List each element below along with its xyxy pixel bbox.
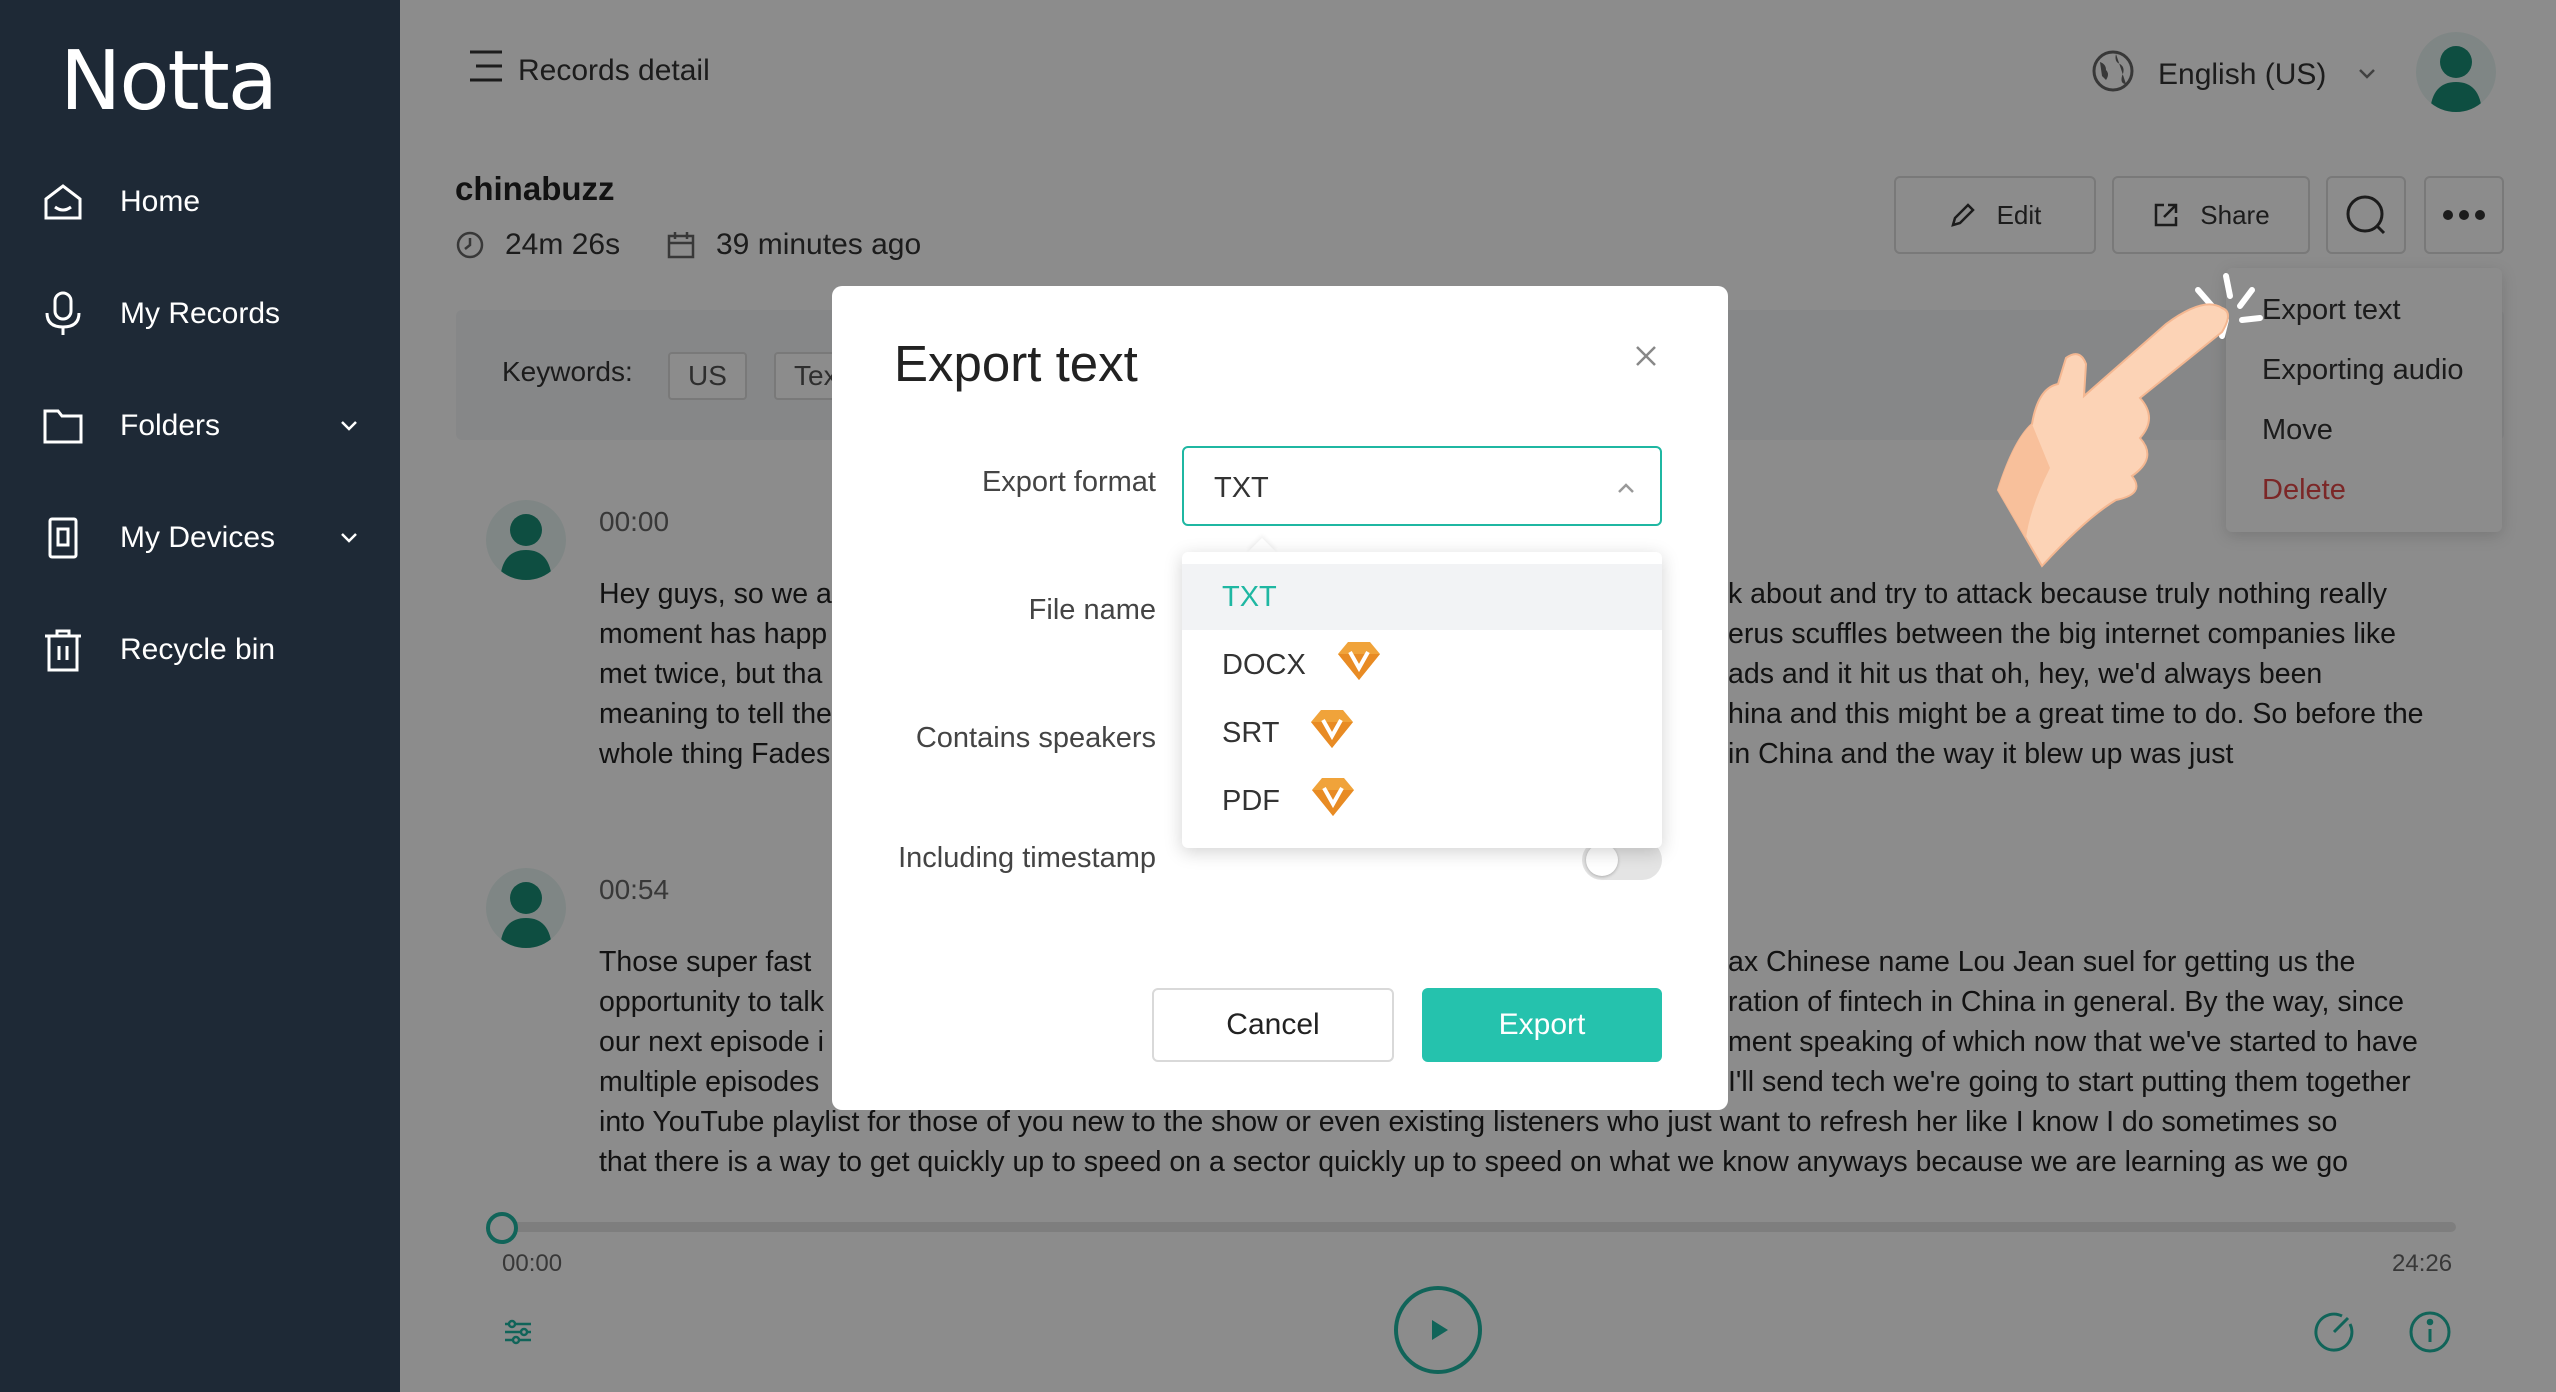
including-timestamp-label: Including timestamp <box>898 842 1156 874</box>
app-logo[interactable]: Notta <box>60 34 278 129</box>
format-option-txt[interactable]: TXT <box>1182 564 1662 630</box>
format-option-docx[interactable]: DOCX <box>1182 632 1662 698</box>
file-name-label: File name <box>1028 594 1156 626</box>
cancel-button[interactable]: Cancel <box>1152 988 1394 1062</box>
export-format-select[interactable]: TXT <box>1182 446 1662 526</box>
sidebar-item-label: My Records <box>120 297 281 330</box>
selected-format: TXT <box>1214 472 1269 504</box>
sidebar-item-label: Home <box>120 185 201 218</box>
sidebar-item-my-devices[interactable]: My Devices <box>40 508 370 568</box>
contains-speakers-label: Contains speakers <box>915 722 1156 754</box>
sidebar-item-folders[interactable]: Folders <box>40 396 370 456</box>
export-format-label: Export format <box>981 466 1156 498</box>
format-option-srt[interactable]: SRT <box>1182 700 1662 766</box>
pointing-hand-icon <box>1990 268 2280 568</box>
sidebar-item-my-records[interactable]: My Records <box>40 284 370 344</box>
sidebar-item-home[interactable]: Home <box>40 172 370 232</box>
microphone-icon <box>40 291 86 337</box>
chevron-down-icon[interactable] <box>338 410 360 444</box>
premium-badge-icon <box>1310 776 1356 826</box>
dialog-title: Export text <box>894 335 1138 392</box>
premium-badge-icon <box>1309 708 1355 758</box>
sidebar: Notta Home My Records Folders My Devices <box>0 0 400 1392</box>
sidebar-item-label: My Devices <box>120 521 276 554</box>
device-icon <box>40 515 86 561</box>
chevron-up-icon <box>1614 476 1638 505</box>
close-icon[interactable] <box>1630 340 1662 372</box>
sidebar-item-label: Recycle bin <box>120 633 276 666</box>
folder-icon <box>40 403 86 449</box>
sidebar-item-recycle-bin[interactable]: Recycle bin <box>40 620 370 680</box>
sidebar-item-label: Folders <box>120 409 221 442</box>
premium-badge-icon <box>1336 640 1382 690</box>
home-icon <box>40 179 86 225</box>
trash-icon <box>40 627 86 673</box>
chevron-down-icon[interactable] <box>338 522 360 556</box>
format-option-pdf[interactable]: PDF <box>1182 768 1662 834</box>
export-button[interactable]: Export <box>1422 988 1662 1062</box>
toggle-thumb <box>1586 844 1618 876</box>
